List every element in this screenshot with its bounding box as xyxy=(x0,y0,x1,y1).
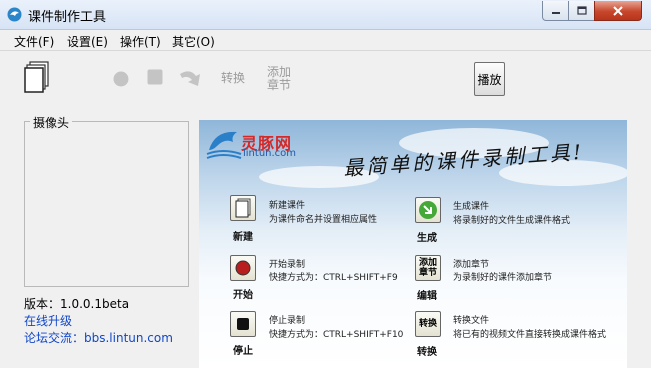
menu-operation[interactable]: 操作(T) xyxy=(120,33,161,50)
close-button[interactable] xyxy=(594,1,642,21)
feature-convert-desc: 将已有的视频文件直接转换成课件格式 xyxy=(453,330,607,340)
convert-icon-text: 转换 xyxy=(418,319,437,329)
feature-new-button[interactable] xyxy=(230,195,256,221)
menu-bar: 文件(F) 设置(E) 操作(T) 其它(O) xyxy=(0,30,651,51)
feature-generate-label: 生成 xyxy=(417,233,437,244)
maximize-icon xyxy=(576,6,587,15)
feature-stop-label: 停止 xyxy=(233,346,253,357)
menu-file[interactable]: 文件(F) xyxy=(14,33,54,50)
feature-stop-desc: 快捷方式为：CTRL+SHIFT+F10 xyxy=(269,330,404,340)
record-icon xyxy=(235,260,251,276)
stop-icon xyxy=(237,318,249,330)
feature-add-chapter-button[interactable]: 添加 章节 xyxy=(415,255,441,281)
window-title: 课件制作工具 xyxy=(28,10,107,25)
app-window: 课件制作工具 文件(F) 设置(E) 操作(T) 其它(O) 转换 添加 章节 … xyxy=(0,0,651,368)
play-button[interactable]: 播放 xyxy=(474,62,505,96)
feature-start-title: 开始录制 xyxy=(269,260,306,270)
feature-generate-button[interactable] xyxy=(415,197,441,223)
feature-start-label: 开始 xyxy=(233,290,253,301)
title-bar[interactable]: 课件制作工具 xyxy=(0,0,651,30)
camera-group xyxy=(24,121,189,287)
feature-start-desc: 快捷方式为：CTRL+SHIFT+F9 xyxy=(269,273,398,283)
menu-other[interactable]: 其它(O) xyxy=(172,33,215,50)
feature-convert-title: 转换文件 xyxy=(453,316,490,326)
new-document-icon xyxy=(235,198,251,218)
add-chapter-icon-text: 添加 章节 xyxy=(418,258,437,278)
welcome-banner: 灵豚网 lintun.com 最简单的课件录制工具! 新建 新建课件 为课件命名… xyxy=(199,120,627,368)
logo-url: lintun.com xyxy=(243,148,297,159)
maximize-button[interactable] xyxy=(568,1,595,21)
feature-add-chapter-desc: 为录制好的课件添加章节 xyxy=(453,273,553,283)
feature-convert-button[interactable]: 转换 xyxy=(415,311,441,337)
feature-generate-title: 生成课件 xyxy=(453,202,490,212)
online-upgrade-link[interactable]: 在线升级 xyxy=(24,312,72,329)
forum-link[interactable]: 论坛交流：bbs.lintun.com xyxy=(24,329,173,346)
feature-new-title: 新建课件 xyxy=(269,201,306,211)
feature-new-label: 新建 xyxy=(233,232,253,243)
new-document-icon[interactable] xyxy=(24,61,52,93)
toolbar-add-chapter-label-2[interactable]: 章节 xyxy=(267,79,291,92)
feature-new-desc: 为课件命名并设置相应属性 xyxy=(269,215,378,225)
minimize-button[interactable] xyxy=(542,1,569,21)
menu-settings[interactable]: 设置(E) xyxy=(67,33,108,50)
close-icon xyxy=(613,5,623,16)
minimize-icon xyxy=(551,11,560,14)
feature-generate-desc: 将录制好的文件生成课件格式 xyxy=(453,216,571,226)
feature-start-button[interactable] xyxy=(230,255,256,281)
dolphin-logo-icon xyxy=(206,131,242,159)
feature-convert-label: 转换 xyxy=(417,347,437,358)
stop-icon[interactable] xyxy=(146,68,164,86)
version-text: 版本：1.0.0.1beta xyxy=(24,297,130,311)
feature-add-chapter-title: 添加章节 xyxy=(453,260,490,270)
green-arrow-icon xyxy=(419,201,437,219)
toolbar-convert-label[interactable]: 转换 xyxy=(221,72,245,85)
app-icon xyxy=(7,7,22,22)
convert-arrow-icon[interactable] xyxy=(178,66,204,90)
record-icon[interactable] xyxy=(112,70,130,88)
feature-edit-label: 编辑 xyxy=(417,291,437,302)
camera-label: 摄像头 xyxy=(30,114,73,131)
feature-stop-title: 停止录制 xyxy=(269,316,306,326)
feature-stop-button[interactable] xyxy=(230,311,256,337)
